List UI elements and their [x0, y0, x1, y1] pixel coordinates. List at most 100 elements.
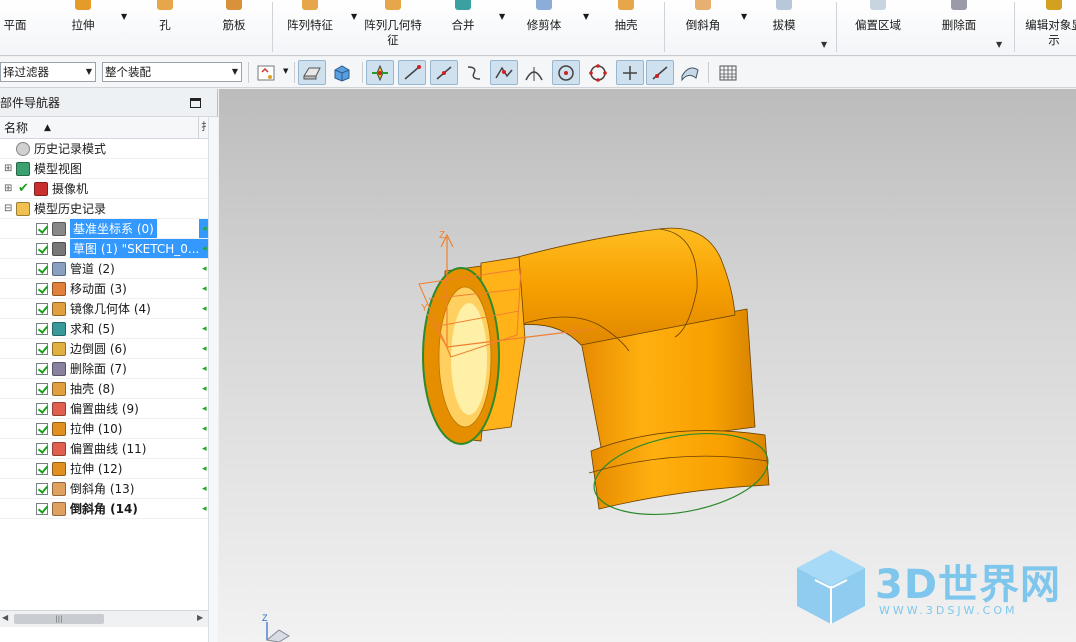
snap-quadrant-button[interactable] [584, 60, 612, 85]
select-bodies-button[interactable] [328, 60, 356, 85]
snap-intersection-button[interactable] [490, 60, 518, 85]
visibility-checkbox[interactable] [36, 363, 48, 375]
ribbon-pattern-geometry-button[interactable]: 阵列几何特 征 [362, 0, 424, 54]
visibility-checkbox[interactable] [36, 443, 48, 455]
status-indicator-icon: ◂ [202, 244, 207, 254]
general-select-button[interactable] [252, 60, 280, 85]
visibility-checkbox[interactable] [36, 303, 48, 315]
tree-row-mirror-geometry[interactable]: 镜像几何体 (4) ◂ [0, 299, 208, 319]
tree-row-unite[interactable]: 求和 (5) ◂ [0, 319, 208, 339]
unite-dropdown-icon[interactable]: ▼ [499, 12, 505, 21]
ribbon-offset-region-button[interactable]: 偏置区域 [852, 0, 904, 54]
ribbon-unite-button[interactable]: 合并 [448, 0, 478, 54]
body-select-icon [334, 64, 350, 82]
snap-point-on-curve-button[interactable] [646, 60, 674, 85]
ribbon-rib-label: 筋板 [222, 18, 246, 32]
graphics-viewport[interactable]: Z Y X Z 3D世界网 WWW.3DSJW.COM [219, 89, 1076, 642]
visibility-checkbox[interactable] [36, 423, 48, 435]
tree-row-label: 模型历史记录 [34, 202, 107, 216]
pattern-feature-dropdown-icon[interactable]: ▼ [351, 12, 357, 21]
trim-body-dropdown-icon[interactable]: ▼ [583, 12, 589, 21]
tree-row-label: 拉伸 (12) [70, 462, 123, 476]
snap-control-point-button[interactable] [460, 60, 488, 85]
expand-icon[interactable]: ⊞ [4, 179, 12, 199]
tree-row-offset-curve-9[interactable]: 偏置曲线 (9) ◂ [0, 399, 208, 419]
tree-row-edge-blend[interactable]: 边倒圆 (6) ◂ [0, 339, 208, 359]
tree-row-chamfer-14[interactable]: 倒斜角 (14) ◂ [0, 499, 208, 519]
point-on-face-icon [681, 67, 699, 81]
tree-row-extrude-10[interactable]: 拉伸 (10) ◂ [0, 419, 208, 439]
snap-mid-point-button[interactable] [430, 60, 458, 85]
tree-row-cameras[interactable]: ⊞ ✔ 摄像机 [0, 179, 208, 199]
ribbon-pattern-feature-button[interactable]: 阵列特征 [284, 0, 336, 54]
expand-icon[interactable]: ⊞ [4, 159, 12, 179]
tree-row-chamfer-13[interactable]: 倒斜角 (13) ◂ [0, 479, 208, 499]
ribbon-plane-button[interactable]: 平面 [0, 0, 30, 54]
tree-row-model-history[interactable]: ⊟ 模型历史记录 [0, 199, 208, 219]
scrollbar-thumb[interactable]: ||| [14, 614, 104, 624]
ribbon-group-expand-icon[interactable]: ▼ [821, 40, 827, 49]
ribbon-edit-object-display-button[interactable]: 编辑对象显 示 [1024, 0, 1076, 54]
snap-existing-point-button[interactable] [616, 60, 644, 85]
ribbon-delete-face-button[interactable]: 删除面 [938, 0, 980, 54]
snap-circle-center-button[interactable] [552, 60, 580, 85]
tree-row-sketch[interactable]: 草图 (1) "SKETCH_0... ◂ [0, 239, 208, 259]
visibility-checkbox[interactable] [36, 463, 48, 475]
scroll-left-icon[interactable]: ◀ [2, 613, 8, 622]
extrude-dropdown-icon[interactable]: ▼ [121, 12, 127, 21]
maximize-icon[interactable] [190, 98, 201, 108]
visibility-checkbox[interactable] [36, 263, 48, 275]
visibility-checkbox[interactable] [36, 243, 48, 255]
tree-row-delete-face[interactable]: 删除面 (7) ◂ [0, 359, 208, 379]
visibility-checkbox[interactable] [36, 283, 48, 295]
column-header-extra[interactable]: 扌 [198, 117, 211, 139]
scroll-right-icon[interactable]: ▶ [197, 613, 203, 622]
grid-button[interactable] [714, 60, 742, 85]
snap-arc-center-button[interactable] [520, 60, 548, 85]
select-star-icon [257, 65, 275, 80]
tree-row-tube[interactable]: 管道 (2) ◂ [0, 259, 208, 279]
column-header-name[interactable]: 名称 ▲ 扌 [0, 117, 211, 139]
snap-enable-button[interactable] [366, 60, 394, 85]
ribbon-trim-body-button[interactable]: 修剪体 [522, 0, 566, 54]
selection-scope-value: 整个装配 [105, 65, 151, 79]
select-features-button[interactable] [298, 60, 326, 85]
visibility-checkbox[interactable] [36, 403, 48, 415]
tree-row-model-views[interactable]: ⊞ 模型视图 [0, 159, 208, 179]
visibility-checkbox[interactable] [36, 483, 48, 495]
snap-end-point-button[interactable] [398, 60, 426, 85]
ribbon-shell-button[interactable]: 抽壳 [610, 0, 642, 54]
navigator-horizontal-scrollbar[interactable]: ◀ ||| ▶ [0, 610, 208, 627]
visibility-checkbox[interactable] [36, 343, 48, 355]
watermark-text: 3D世界网 [875, 562, 1062, 608]
chamfer-dropdown-icon[interactable]: ▼ [741, 12, 747, 21]
ribbon-chamfer-button[interactable]: 倒斜角 [682, 0, 724, 54]
tree-row-offset-curve-11[interactable]: 偏置曲线 (11) ◂ [0, 439, 208, 459]
trim-body-icon [536, 0, 552, 10]
status-indicator-icon: ◂ [202, 364, 207, 374]
tree-row-shell[interactable]: 抽壳 (8) ◂ [0, 379, 208, 399]
tree-row-label: 拉伸 (10) [70, 422, 123, 436]
ribbon-unite-label: 合并 [451, 18, 475, 32]
visibility-checkbox[interactable] [36, 503, 48, 515]
ribbon-hole-button[interactable]: 孔 [150, 0, 180, 54]
collapse-icon[interactable]: ⊟ [4, 199, 12, 219]
visibility-checkbox[interactable] [36, 223, 48, 235]
ribbon-rib-button[interactable]: 筋板 [216, 0, 252, 54]
checkmark-icon[interactable]: ✔ [18, 179, 29, 199]
select-dropdown-icon[interactable]: ▼ [283, 67, 288, 75]
selection-scope-combo[interactable]: 整个装配 ▼ [102, 62, 242, 82]
ribbon-draft-button[interactable]: 拔模 [768, 0, 800, 54]
ribbon-group-expand-icon[interactable]: ▼ [996, 40, 1002, 49]
intersection-icon [495, 66, 513, 78]
tree-row-history-mode[interactable]: 历史记录模式 [0, 139, 208, 159]
visibility-checkbox[interactable] [36, 383, 48, 395]
part-navigator: 部件导航器 名称 ▲ 扌 历史记录模式 ⊞ 模型视图 ⊞ ✔ 摄像机 ⊟ 模型历史记录 基准坐标… [0, 89, 218, 642]
type-filter-combo[interactable]: 择过滤器 ▼ [0, 62, 96, 82]
tree-row-move-face[interactable]: 移动面 (3) ◂ [0, 279, 208, 299]
tree-row-extrude-12[interactable]: 拉伸 (12) ◂ [0, 459, 208, 479]
tree-row-datum-csys[interactable]: 基准坐标系 (0) ◂ [0, 219, 208, 239]
visibility-checkbox[interactable] [36, 323, 48, 335]
snap-point-on-face-button[interactable] [676, 60, 704, 85]
ribbon-extrude-button[interactable]: 拉伸 [64, 0, 102, 54]
